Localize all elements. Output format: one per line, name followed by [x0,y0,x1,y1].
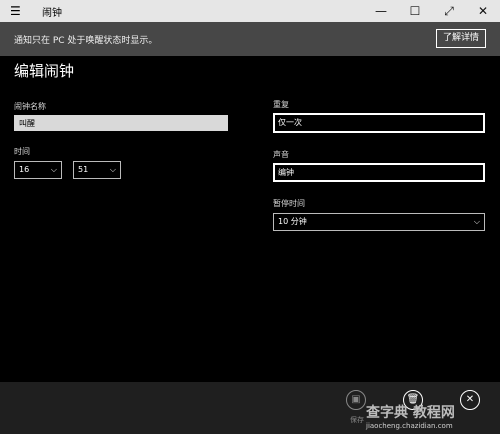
app-title: 闹钟 [42,8,62,19]
snooze-select[interactable]: 10 分钟 ⌵ [273,213,485,231]
snooze-value: 10 分钟 [278,217,307,226]
hour-value: 16 [19,165,30,174]
hour-select[interactable]: 16 ⌵ [14,161,62,179]
fullscreen-button[interactable]: ⤢ [432,2,466,20]
repeat-label: 重复 [273,100,289,109]
maximize-button[interactable]: ☐ [398,2,432,20]
watermark-url: jiaocheng.chazidian.com [366,422,453,430]
learn-more-button[interactable]: 了解详情 [436,29,486,48]
minimize-button[interactable]: — [364,2,398,20]
chevron-down-icon: ⌵ [109,165,116,174]
sound-label: 声音 [273,150,289,159]
title-bar: ☰ 闹钟 — ☐ ⤢ ✕ [0,0,500,22]
page-title: 编辑闹钟 [14,62,75,80]
notification-banner: 通知只在 PC 处于唤醒状态时显示。 了解详情 [0,22,500,56]
alarm-name-label: 闹钟名称 [14,102,46,111]
close-icon[interactable]: ✕ [460,390,480,410]
chevron-down-icon: ⌵ [50,165,57,174]
minute-value: 51 [78,165,89,174]
watermark-text: 查字典 教程网 [366,405,455,421]
close-window-button[interactable]: ✕ [466,2,500,20]
minute-select[interactable]: 51 ⌵ [73,161,121,179]
alarm-name-input[interactable]: 叫醒 [14,115,228,131]
save-icon[interactable]: ▣ [346,390,366,410]
notification-text: 通知只在 PC 处于唤醒状态时显示。 [14,36,158,46]
chevron-down-icon: ⌵ [473,217,480,226]
snooze-label: 暂停时间 [273,199,305,208]
repeat-field[interactable]: 仅一次 [273,113,485,133]
sound-field[interactable]: 编钟 [273,163,485,182]
save-button-label: 保存 [350,416,364,424]
hamburger-icon[interactable]: ☰ [10,4,21,18]
time-label: 时间 [14,147,30,156]
